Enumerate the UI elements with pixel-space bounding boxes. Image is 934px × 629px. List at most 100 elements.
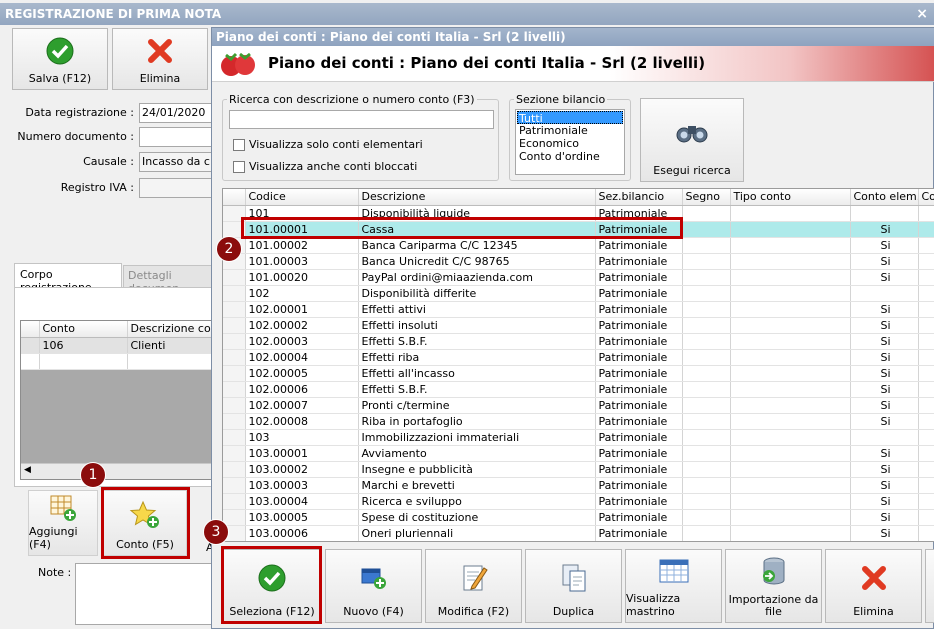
horizontal-scrollbar[interactable]: ◀: [21, 463, 217, 479]
cell-descrizione: Effetti insoluti: [358, 317, 596, 334]
col-conto-elem[interactable]: Conto elem.: [850, 189, 919, 206]
cell-segno: [682, 477, 731, 494]
tab-dettagli[interactable]: Dettagli documen: [123, 265, 218, 295]
edit-button[interactable]: Modifica (F2): [425, 549, 522, 623]
search-input[interactable]: [229, 110, 494, 129]
duplicate-label: Duplica: [552, 605, 595, 618]
table-row[interactable]: 101.00003 Banca Unicredit C/C 98765 Patrim…: [223, 253, 934, 270]
cell-cod: [918, 365, 934, 382]
cell-sezione: Patrimoniale: [595, 205, 683, 222]
table-row[interactable]: 102.00008 Riba in portafoglio Patrimoniale…: [223, 413, 934, 430]
cell-sezione: Patrimoniale: [595, 237, 683, 254]
close-icon[interactable]: ×: [916, 3, 928, 25]
date-input[interactable]: 24/01/2020: [139, 103, 214, 123]
conto-button[interactable]: Conto (F5): [103, 490, 187, 556]
cell-segno: [682, 317, 731, 334]
notes-textarea[interactable]: [75, 563, 218, 625]
cell-segno: [682, 205, 731, 222]
table-row[interactable]: 103.00002 Insegne e pubblicità Patrimonial…: [223, 461, 934, 478]
sezione-option[interactable]: Tutti: [517, 111, 623, 125]
cell-segno: [682, 381, 731, 398]
save-button[interactable]: Salva (F12): [12, 28, 108, 90]
grid-col-descr: Descrizione conto: [127, 321, 217, 338]
table-row[interactable]: 103.00006 Oneri pluriennali Patrimoniale Si: [223, 525, 934, 541]
table-row[interactable]: 102.00006 Effetti S.B.F. Patrimoniale Si: [223, 381, 934, 398]
table-row[interactable]: 103.00005 Spese di costituzione Patrimonia…: [223, 509, 934, 526]
new-button[interactable]: Nuovo (F4): [325, 549, 422, 623]
cell-conto-elem: Si: [850, 333, 919, 350]
ledger-label: Visualizza mastrino: [626, 592, 681, 618]
table-row[interactable]: 102.00005 Effetti all'incasso Patrimoniale…: [223, 365, 934, 382]
check-elementari[interactable]: Visualizza solo conti elementari: [233, 138, 423, 151]
cell-cod: [918, 493, 934, 510]
table-row[interactable]: 102 Disponibilità differite Patrimoniale: [223, 285, 934, 302]
table-row[interactable]: 102.00004 Effetti riba Patrimoniale Si: [223, 349, 934, 366]
scroll-left-icon[interactable]: ◀: [24, 465, 31, 475]
cell-conto-elem: Si: [850, 445, 919, 462]
duplicate-button[interactable]: Duplica: [525, 549, 622, 623]
sezione-option[interactable]: Patrimoniale: [517, 124, 623, 137]
cell-descrizione: Oneri pluriennali: [358, 525, 596, 541]
cell-sezione: Patrimoniale: [595, 445, 683, 462]
row-header-cell: [223, 221, 246, 238]
row-header-cell: [223, 509, 246, 526]
delete-button[interactable]: Elimina: [112, 28, 208, 90]
col-cod[interactable]: Cod: [918, 189, 934, 206]
col-descrizione[interactable]: Descrizione: [358, 189, 596, 206]
table-row[interactable]: 102.00002 Effetti insoluti Patrimoniale Si: [223, 317, 934, 334]
table-row[interactable]: 101.00002 Banca Cariparma C/C 12345 Patrim…: [223, 237, 934, 254]
col-tipo-conto[interactable]: Tipo conto: [730, 189, 851, 206]
table-row[interactable]: 103.00001 Avviamento Patrimoniale Si: [223, 445, 934, 462]
table-row[interactable]: 101.00020 PayPal ordini@miaazienda.com Pat…: [223, 269, 934, 286]
table-row[interactable]: 102.00001 Effetti attivi Patrimoniale Si: [223, 301, 934, 318]
col-segno[interactable]: Segno: [682, 189, 731, 206]
check-icon: [46, 37, 74, 64]
sezione-option[interactable]: Conto d'ordine: [517, 150, 623, 163]
cell-descrizione: Disponibilità liquide: [358, 205, 596, 222]
col-sezione[interactable]: Sez.bilancio: [595, 189, 683, 206]
cell-codice: 102.00007: [245, 397, 359, 414]
dialog-delete-button[interactable]: Elimina: [825, 549, 922, 623]
registro-input[interactable]: [139, 178, 214, 198]
import-button[interactable]: Importazione da file: [725, 549, 822, 623]
add-button[interactable]: Aggiungi (F4): [28, 490, 98, 556]
table-row[interactable]: 102.00007 Pronti c/termine Patrimoniale Si: [223, 397, 934, 414]
table-row[interactable]: 106 Clienti: [21, 337, 217, 354]
cell-codice: 103.00005: [245, 509, 359, 526]
table-row[interactable]: 103.00003 Marchi e brevetti Patrimoniale Si: [223, 477, 934, 494]
table-row[interactable]: 101 Disponibilità liquide Patrimoniale: [223, 205, 934, 222]
tab-corpo[interactable]: Corpo registrazione: [14, 263, 122, 294]
cell-descrizione: Banca Unicredit C/C 98765: [358, 253, 596, 270]
cell-tipo-conto: [730, 493, 851, 510]
docnum-input[interactable]: [139, 127, 214, 147]
cell-conto-elem: [850, 205, 919, 222]
cell-codice: 102.00006: [245, 381, 359, 398]
cell-descrizione: Effetti all'incasso: [358, 365, 596, 382]
search-button[interactable]: Esegui ricerca: [640, 98, 744, 182]
sezione-option[interactable]: Economico: [517, 137, 623, 150]
overflow-button-edge[interactable]: [925, 549, 934, 623]
cell-sezione: Patrimoniale: [595, 221, 683, 238]
table-row[interactable]: 102.00003 Effetti S.B.F. Patrimoniale Si: [223, 333, 934, 350]
select-button[interactable]: Seleziona (F12): [222, 549, 322, 623]
cell-descrizione: Marchi e brevetti: [358, 477, 596, 494]
add-label: Aggiungi (F4): [29, 525, 78, 551]
check-bloccati[interactable]: Visualizza anche conti bloccati: [233, 160, 417, 173]
table-row[interactable]: [21, 353, 217, 370]
table-row[interactable]: 101.00001 Cassa Patrimoniale Si: [223, 221, 934, 238]
table-row[interactable]: 103.00004 Ricerca e sviluppo Patrimoniale S…: [223, 493, 934, 510]
ledger-button[interactable]: Visualizza mastrino: [625, 549, 722, 623]
cell-descrizione: Effetti attivi: [358, 301, 596, 318]
table-row[interactable]: 103 Immobilizzazioni immateriali Patrimoni…: [223, 429, 934, 446]
sezione-listbox[interactable]: Tutti Patrimoniale Economico Conto d'ord…: [515, 109, 625, 175]
cell-descrizione: Ricerca e sviluppo: [358, 493, 596, 510]
cell-tipo-conto: [730, 525, 851, 541]
causale-input[interactable]: Incasso da clie: [139, 152, 214, 172]
cell-tipo-conto: [730, 333, 851, 350]
cell-codice: 101: [245, 205, 359, 222]
new-label: Nuovo (F4): [343, 605, 404, 618]
strawberry-icon: [221, 52, 255, 76]
col-codice[interactable]: Codice: [245, 189, 359, 206]
cell-descrizione: Riba in portafoglio: [358, 413, 596, 430]
grid-rowheader: [21, 321, 40, 338]
